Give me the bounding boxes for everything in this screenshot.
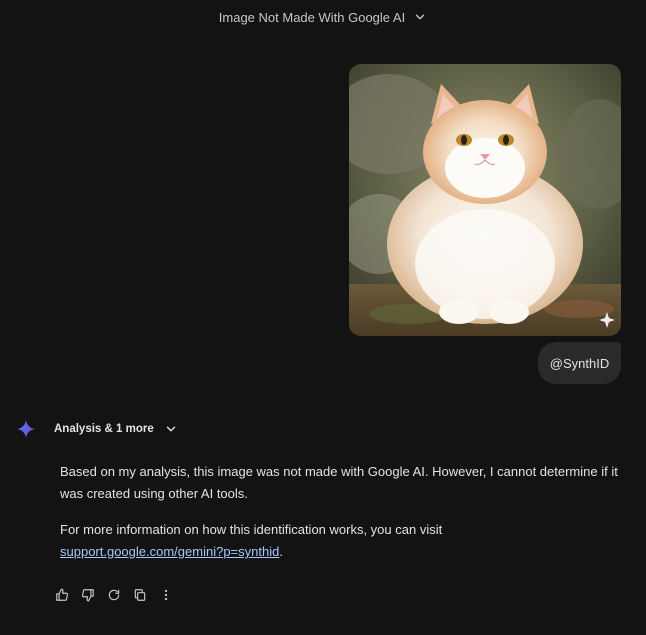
- user-message-text: @SynthID: [549, 355, 610, 371]
- chevron-down-icon: [166, 426, 175, 432]
- response-paragraph: For more information on how this identif…: [60, 519, 620, 563]
- model-response: Based on my analysis, this image was not…: [60, 461, 620, 577]
- copy-button[interactable]: [130, 585, 150, 605]
- response-text: .: [279, 544, 283, 559]
- regenerate-button[interactable]: [104, 585, 124, 605]
- analysis-toggle[interactable]: Analysis & 1 more: [54, 420, 178, 438]
- conversation-title: Image Not Made With Google AI: [218, 9, 406, 25]
- more-options-button[interactable]: [156, 585, 176, 605]
- response-text: For more information on how this identif…: [60, 522, 443, 537]
- response-actions: [52, 584, 176, 606]
- synthid-help-link[interactable]: support.google.com/gemini?p=synthid: [60, 544, 279, 559]
- cat-photo: [349, 64, 621, 336]
- gemini-sparkle-icon: [16, 419, 36, 439]
- analysis-label: Analysis & 1 more: [54, 423, 154, 435]
- thumb-down-button[interactable]: [78, 585, 98, 605]
- response-paragraph: Based on my analysis, this image was not…: [60, 464, 618, 501]
- thumb-up-button[interactable]: [52, 585, 72, 605]
- thumb-down-icon: [81, 589, 94, 602]
- chevron-down-icon: [416, 14, 425, 20]
- conversation-title-button[interactable]: Image Not Made With Google AI: [213, 6, 433, 29]
- copy-icon: [134, 589, 146, 601]
- uploaded-cat-image[interactable]: [349, 64, 621, 336]
- more-vert-icon: [164, 589, 168, 601]
- refresh-icon: [108, 589, 120, 601]
- user-message-bubble: @SynthID: [538, 342, 621, 384]
- conversation-header: Image Not Made With Google AI: [0, 0, 646, 34]
- thumb-up-icon: [56, 588, 69, 601]
